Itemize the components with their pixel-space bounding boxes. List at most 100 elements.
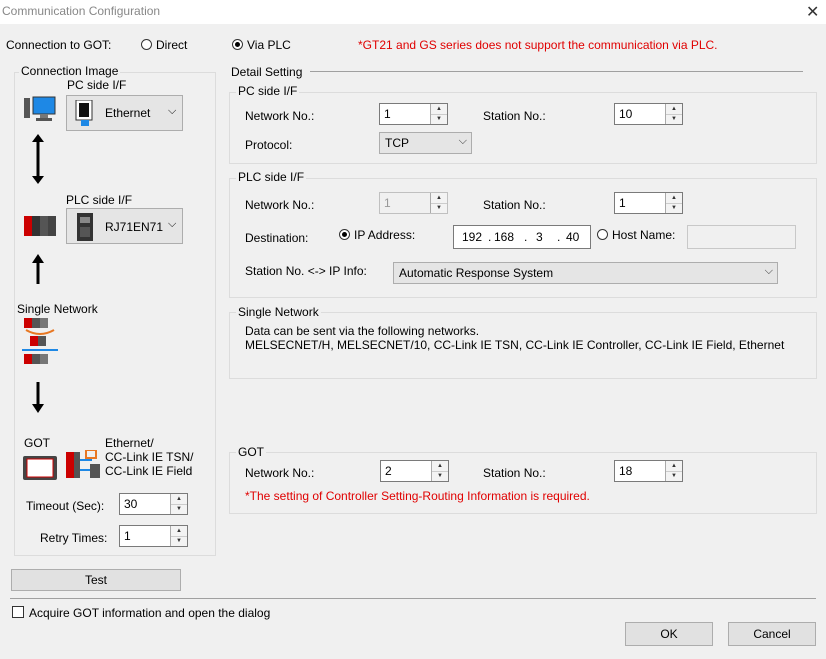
plc-network-spinner: 1 ▲ ▼ [379,192,448,214]
spin-down-icon[interactable]: ▼ [666,114,682,124]
single-network-title: Single Network [236,305,321,319]
got-network-spinner[interactable]: 2 ▲ ▼ [380,460,449,482]
got-label: GOT [24,436,50,450]
via-plc-radio[interactable] [232,39,243,50]
got-network-icon [66,449,102,480]
pc-side-combo[interactable]: Ethernet ⌵ [66,95,183,131]
spin-down-icon: ▼ [436,205,442,211]
pc-station-label: Station No.: [483,109,546,123]
got-icon [23,456,57,480]
chevron-down-icon: ⌵ [168,218,177,230]
plc-side-combo[interactable]: RJ71EN71 ⌵ [66,208,183,244]
via-plc-note: *GT21 and GS series does not support the… [358,38,718,52]
ip-address-label: IP Address: [354,228,416,242]
chevron-down-icon: ⌵ [168,105,177,117]
test-button[interactable]: Test [11,569,181,591]
pc-network-spinner[interactable]: 1 ▲ ▼ [379,103,448,125]
spin-down-icon[interactable]: ▼ [431,114,447,124]
single-network-line1: Data can be sent via the following netwo… [245,324,480,338]
direct-label: Direct [156,38,188,52]
pc-icon [24,96,58,122]
plc-station-spinner[interactable]: 1 ▲ ▼ [614,192,683,214]
pc-if-title: PC side I/F [236,84,300,98]
chevron-down-icon: ⌵ [764,265,773,277]
up-arrow-icon [31,254,45,284]
detail-separator [310,71,803,72]
network-icon [22,316,58,366]
ip-info-value: Automatic Response System [399,266,554,280]
spin-down-icon[interactable]: ▼ [171,504,187,514]
ip-octet: 192 [462,230,483,244]
spin-down-icon[interactable]: ▼ [171,536,187,546]
bottom-separator [10,598,816,599]
pc-network-value: 1 [384,107,391,121]
acquire-checkbox[interactable] [12,606,24,618]
direct-radio[interactable] [141,39,152,50]
got-title: GOT [236,445,266,459]
plc-station-label: Station No.: [483,198,546,212]
got-network-label: Network No.: [245,466,315,480]
protocol-value: TCP [385,136,409,150]
ip-dot: . [488,230,492,244]
retry-spinner[interactable]: 1 ▲ ▼ [119,525,188,547]
spin-down-icon[interactable]: ▼ [666,203,682,213]
destination-label: Destination: [245,231,309,245]
ip-info-combo[interactable]: Automatic Response System ⌵ [393,262,778,284]
got-routing-note: *The setting of Controller Setting-Routi… [245,489,590,503]
chevron-down-icon: ⌵ [458,135,467,147]
single-network-label: Single Network [17,302,98,316]
timeout-label: Timeout (Sec): [26,499,105,513]
plc-network-label: Network No.: [245,198,315,212]
down-arrow-icon [31,382,45,414]
ip-octet: 40 [566,230,580,244]
got-desc-line: CC-Link IE TSN/ [105,450,194,464]
acquire-label: Acquire GOT information and open the dia… [29,606,271,620]
window-title: Communication Configuration [2,4,161,18]
protocol-combo[interactable]: TCP ⌵ [379,132,472,154]
pc-side-label: PC side I/F [67,78,127,92]
plc-station-value: 1 [619,196,626,210]
protocol-label: Protocol: [245,138,293,152]
got-network-value: 2 [385,464,392,478]
spin-down-icon[interactable]: ▼ [666,471,682,481]
connection-label: Connection to GOT: [6,38,112,52]
pc-station-spinner[interactable]: 10 ▲ ▼ [614,103,683,125]
got-desc-line: Ethernet/ [105,436,154,450]
got-station-spinner[interactable]: 18 ▲ ▼ [614,460,683,482]
got-group [229,452,817,514]
got-station-value: 18 [619,464,633,478]
ip-dot: . [557,230,561,244]
cancel-button[interactable]: Cancel [728,622,816,646]
got-station-label: Station No.: [483,466,546,480]
plc-side-value: RJ71EN71 [105,220,164,234]
got-description: Ethernet/ CC-Link IE TSN/ CC-Link IE Fie… [105,436,193,478]
spin-down-icon[interactable]: ▼ [432,471,448,481]
plc-network-value: 1 [384,196,391,210]
pc-side-value: Ethernet [105,106,151,120]
pc-network-label: Network No.: [245,109,315,123]
plc-if-title: PLC side I/F [236,170,307,184]
detail-setting-title: Detail Setting [231,65,303,79]
single-network-line2: MELSECNET/H, MELSECNET/10, CC-Link IE TS… [245,338,785,352]
host-name-radio[interactable] [597,229,608,240]
retry-value: 1 [124,529,131,543]
ok-button[interactable]: OK [625,622,713,646]
ip-address-input[interactable]: 192 . 168 . 3 . 40 [453,225,591,249]
ip-octet: 168 [494,230,515,244]
pc-if-group [229,92,817,164]
ip-octet: 3 [536,230,543,244]
connection-image-title: Connection Image [19,64,121,78]
close-icon[interactable]: ✕ [806,2,819,22]
host-name-label: Host Name: [612,228,676,242]
double-arrow-icon [31,134,45,184]
timeout-spinner[interactable]: 30 ▲ ▼ [119,493,188,515]
ip-address-radio[interactable] [339,229,350,240]
ip-info-label: Station No. <-> IP Info: [245,264,367,278]
plc-icon [24,216,56,236]
retry-label: Retry Times: [40,531,108,545]
ip-dot: . [524,230,528,244]
host-name-input[interactable] [687,225,796,249]
via-plc-label: Via PLC [247,38,291,52]
timeout-value: 30 [124,497,138,511]
pc-station-value: 10 [619,107,633,121]
